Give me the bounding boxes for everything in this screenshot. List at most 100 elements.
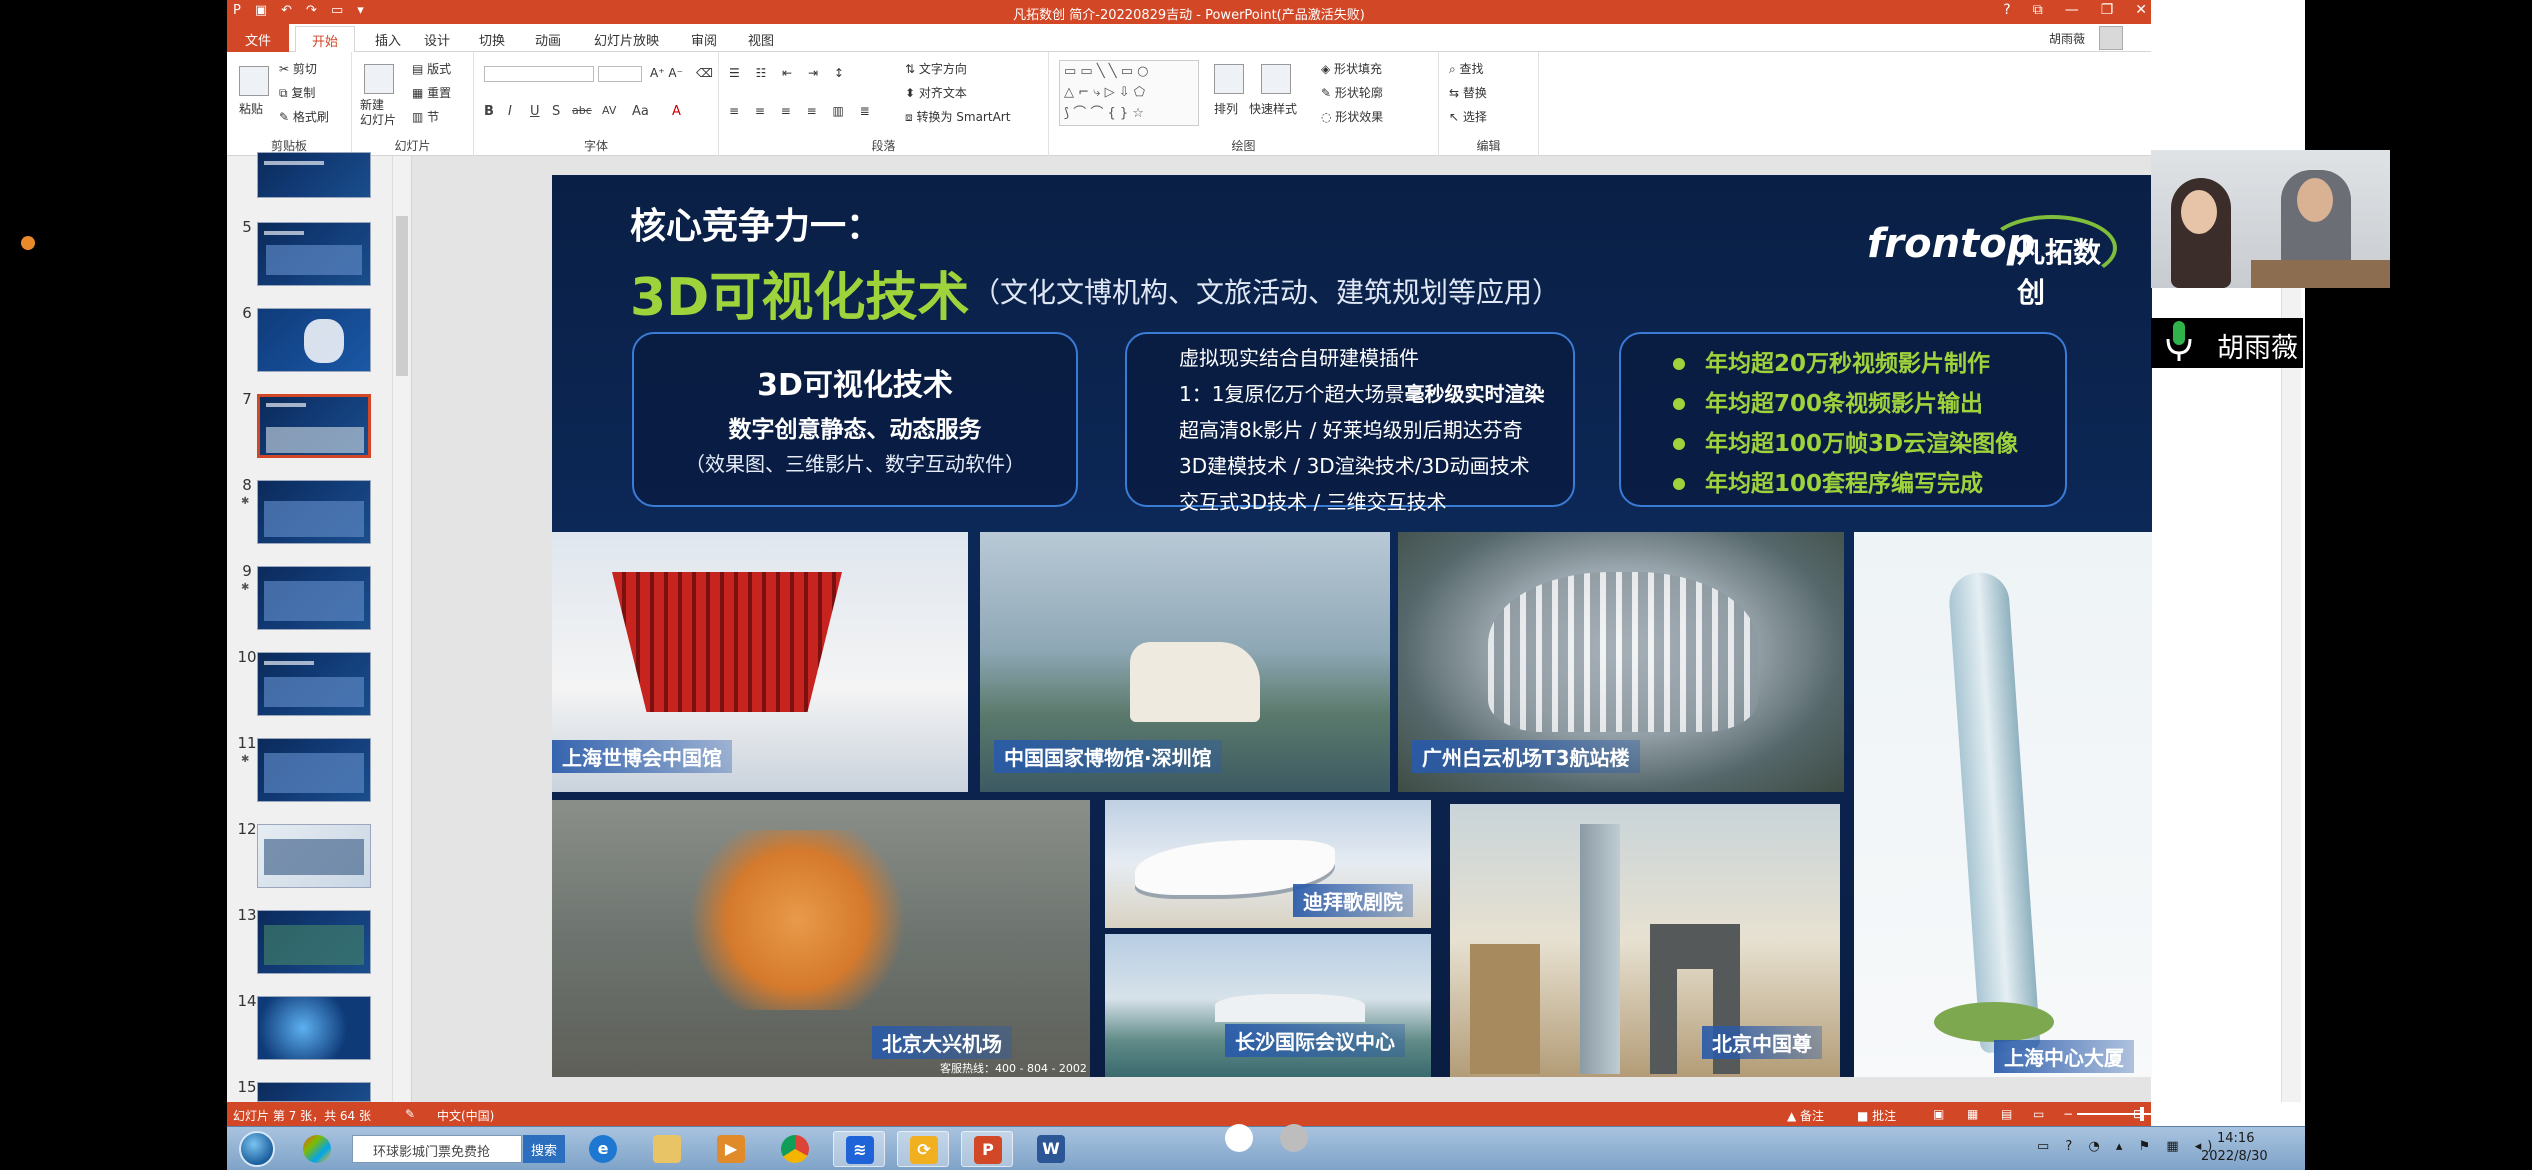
change-case-button[interactable]: Aa (632, 104, 649, 119)
arrange-button[interactable]: 排列 (1214, 100, 1238, 117)
comments-button[interactable]: ■ 批注 (1857, 1107, 1896, 1124)
bold-button[interactable]: B (484, 104, 494, 119)
reading-view-icon[interactable]: ▤ (2001, 1107, 2012, 1121)
photo-shanghai-expo[interactable]: 上海世博会中国馆 (552, 532, 968, 792)
taskbar-search-button[interactable]: 搜索 (523, 1135, 565, 1163)
list-buttons[interactable]: ☰ ☷ ⇤ ⇥ ↕ (729, 66, 850, 80)
scrollbar-thumb[interactable] (396, 216, 408, 376)
smartart-button[interactable]: ⧈ 转换为 SmartArt (905, 108, 1010, 125)
font-size-select[interactable] (598, 66, 642, 82)
align-text-button[interactable]: ⬍ 对齐文本 (905, 84, 967, 101)
tab-view[interactable]: 视图 (748, 30, 774, 49)
restore-button[interactable]: ❐ (2101, 2, 2114, 18)
shape-fill-button[interactable]: ◈ 形状填充 (1321, 60, 1382, 77)
taskbar-app[interactable]: ⟳ (897, 1131, 949, 1167)
shapes-gallery[interactable]: ▭ ▭ ╲ ╲ ▭ ○ △ ⌐ ⤷ ▷ ⇩ ⬠ ⟆ ⌒ ⌒ { } ☆ (1059, 60, 1199, 126)
copy-button[interactable]: ⧉ 复制 (279, 84, 315, 101)
slide-thumbnail[interactable] (257, 566, 371, 630)
slide-thumbnail-selected[interactable] (257, 394, 371, 458)
underline-button[interactable]: U (530, 104, 540, 119)
slide-thumbnail[interactable] (257, 222, 371, 286)
paste-icon[interactable] (239, 66, 269, 96)
quick-styles-icon[interactable] (1261, 64, 1291, 94)
page-indicator-dot[interactable] (1280, 1124, 1308, 1152)
user-avatar[interactable] (2099, 26, 2123, 50)
slide-thumbnail[interactable] (257, 152, 371, 198)
photo-beijing-cbd[interactable]: 北京中国尊 (1450, 804, 1840, 1077)
taskbar-search-input[interactable]: 环球影城门票免费抢 (352, 1135, 522, 1163)
taskbar-app[interactable]: ▶ (705, 1131, 757, 1167)
font-color-button[interactable]: A (672, 104, 681, 119)
zoom-out-button[interactable]: − (2063, 1107, 2073, 1121)
slide-thumbnail[interactable] (257, 308, 371, 372)
char-spacing-button[interactable]: AV (602, 104, 616, 117)
quick-styles-button[interactable]: 快速样式 (1249, 100, 1297, 117)
font-name-select[interactable] (484, 66, 594, 82)
tab-insert[interactable]: 插入 (375, 30, 401, 49)
tab-home[interactable]: 开始 (295, 26, 355, 52)
language-indicator[interactable]: 中文(中国) (437, 1107, 494, 1124)
photo-changsha-center[interactable]: 长沙国际会议中心 (1105, 934, 1431, 1077)
select-button[interactable]: ↖ 选择 (1449, 108, 1487, 125)
tab-slideshow[interactable]: 幻灯片放映 (594, 30, 659, 49)
page-indicator-dot[interactable] (1225, 1124, 1253, 1152)
photo-daxing-airport[interactable]: 北京大兴机场 客服热线：400 - 804 - 2002 (552, 800, 1090, 1077)
arrange-icon[interactable] (1214, 64, 1244, 94)
taskbar-app[interactable] (291, 1131, 343, 1167)
new-slide-icon[interactable] (364, 64, 394, 94)
help-button[interactable]: ? (2003, 2, 2010, 18)
text-direction-button[interactable]: ⇅ 文字方向 (905, 60, 967, 77)
italic-button[interactable]: I (508, 104, 512, 119)
paste-button[interactable]: 粘贴 (239, 100, 263, 117)
slide-thumbnail[interactable] (257, 996, 371, 1060)
taskbar-app[interactable]: ≋ (833, 1131, 885, 1167)
slide-thumbnail[interactable] (257, 652, 371, 716)
find-button[interactable]: ⌕ 查找 (1449, 60, 1484, 77)
slide-thumbnail[interactable] (257, 480, 371, 544)
shape-effects-button[interactable]: ◌ 形状效果 (1321, 108, 1383, 125)
user-name[interactable]: 胡雨薇 (2049, 30, 2085, 47)
slide-sorter-icon[interactable]: ▦ (1967, 1107, 1978, 1121)
strikethrough-button[interactable]: abc (572, 104, 592, 117)
tab-review[interactable]: 审阅 (691, 30, 717, 49)
slide-thumbnail[interactable] (257, 1082, 371, 1102)
photo-dubai-opera[interactable]: 迪拜歌剧院 (1105, 800, 1431, 928)
taskbar-app[interactable]: e (577, 1131, 629, 1167)
tab-transitions[interactable]: 切换 (479, 30, 505, 49)
clock-time[interactable]: 14:16 (2217, 1131, 2254, 1146)
start-button[interactable] (239, 1131, 275, 1167)
new-slide-button[interactable]: 新建 幻灯片 (360, 98, 396, 128)
slideshow-view-icon[interactable]: ▭ (2033, 1107, 2044, 1121)
system-tray-icons[interactable]: ▭ ? ◔ ▴ ⚑ ▦ ◂) (2037, 1139, 2218, 1154)
slide-scrollbar[interactable] (2281, 156, 2301, 1102)
thumbnails-scrollbar[interactable] (392, 156, 410, 1102)
ribbon-display-button[interactable]: ⧉ (2033, 2, 2043, 18)
photo-shanghai-tower[interactable]: 上海中心大厦 (1854, 532, 2152, 1077)
tab-animations[interactable]: 动画 (535, 30, 561, 49)
taskbar-app[interactable] (641, 1131, 693, 1167)
section-button[interactable]: ▥ 节 (412, 108, 439, 125)
slide-thumbnail[interactable] (257, 910, 371, 974)
layout-button[interactable]: ▤ 版式 (412, 60, 451, 77)
spellcheck-icon[interactable]: ✎ (405, 1107, 415, 1121)
replace-button[interactable]: ⇆ 替换 (1449, 84, 1487, 101)
tab-file[interactable]: 文件 (227, 24, 289, 52)
reset-button[interactable]: ▦ 重置 (412, 84, 451, 101)
fit-slide-icon[interactable]: ⊡ (2133, 1107, 2143, 1121)
slide-thumbnail[interactable] (257, 738, 371, 802)
taskbar-app[interactable] (769, 1131, 821, 1167)
taskbar-app[interactable]: P (961, 1131, 1013, 1167)
tab-design[interactable]: 设计 (424, 30, 450, 49)
notes-button[interactable]: ▲ 备注 (1787, 1107, 1824, 1124)
format-painter-button[interactable]: ✎ 格式刷 (279, 108, 329, 125)
zoom-level[interactable]: 116% (2215, 1107, 2249, 1121)
font-grow-shrink-icon[interactable]: A⁺ A⁻ (650, 66, 683, 80)
normal-view-icon[interactable]: ▣ (1933, 1107, 1944, 1121)
taskbar-app[interactable]: W (1025, 1131, 1077, 1167)
clear-formatting-icon[interactable]: ⌫ (696, 66, 713, 80)
shape-outline-button[interactable]: ✎ 形状轮廓 (1321, 84, 1383, 101)
slide-thumbnail[interactable] (257, 824, 371, 888)
close-button[interactable]: ✕ (2135, 2, 2147, 18)
cut-button[interactable]: ✂ 剪切 (279, 60, 317, 77)
shadow-button[interactable]: S (552, 104, 560, 119)
